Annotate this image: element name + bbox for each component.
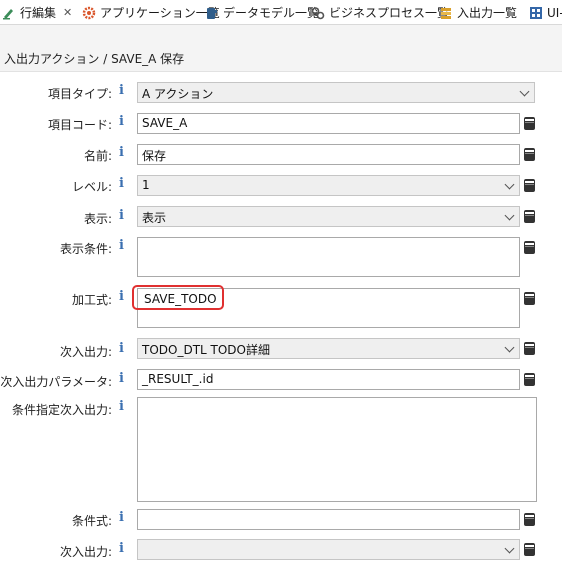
tab-label: アプリケーション一覧 [100,6,220,20]
database-field-icon[interactable] [524,179,535,192]
chevron-down-icon [504,179,515,190]
database-field-icon[interactable] [524,292,535,305]
grid-icon [529,6,543,20]
info-icon[interactable]: i [119,208,124,223]
next-io-param-input[interactable]: _RESULT_.id [137,369,520,390]
display-condition-label: 表示条件: [59,242,112,256]
database-field-icon[interactable] [524,117,535,130]
expression-textarea[interactable]: SAVE_TODO [137,288,520,328]
chevron-down-icon [504,543,515,554]
expression-label: 加工式: [71,293,112,307]
row-edit-form: 項目タイプ: i A アクション 項目コード: i SAVE_A 名前: i 保… [0,72,562,565]
condition-label: 条件式: [71,514,112,528]
next-io-select[interactable]: TODO_DTL TODO詳細 [137,338,520,359]
tab-business-process-list[interactable]: ビジネスプロセス一覧 [311,0,450,24]
tab-application-list[interactable]: アプリケーション一覧 [82,0,220,24]
tab-label: ビジネスプロセス一覧 [329,6,450,20]
next-io-2-select[interactable] [137,539,520,560]
chevron-down-icon [504,342,515,353]
info-icon[interactable]: i [119,176,124,191]
tab-io-list[interactable]: 入出力一覧 [439,0,518,24]
info-icon[interactable]: i [119,371,124,386]
tab-data-model-list[interactable]: データモデル一覧 [205,0,320,24]
info-icon[interactable]: i [119,541,124,556]
list-icon [439,6,453,20]
condition-input[interactable] [137,509,520,530]
editor-tab-bar: 行編集 ✕ アプリケーション一覧 データモデル一覧 ビジネスプロセス一覧 入出力… [0,0,562,25]
database-icon [205,6,219,20]
name-input[interactable]: 保存 [137,144,520,165]
breadcrumb: 入出力アクション / SAVE_A 保存 [0,44,562,72]
info-icon[interactable]: i [119,289,124,304]
item-type-select[interactable]: A アクション [137,82,535,103]
info-icon[interactable]: i [119,510,124,525]
name-label: 名前: [83,149,112,163]
display-select[interactable]: 表示 [137,206,520,227]
next-io-param-label: 次入出力パラメータ: [0,375,112,389]
close-icon[interactable]: ✕ [63,6,72,19]
row-edit-icon [2,6,16,20]
display-condition-textarea[interactable] [137,237,520,277]
info-icon[interactable]: i [119,114,124,129]
conditional-next-io-label: 条件指定次入出力: [11,403,112,417]
level-select[interactable]: 1 [137,175,520,196]
info-icon[interactable]: i [119,399,124,414]
next-io-label: 次入出力: [59,345,112,359]
chevron-down-icon [504,210,515,221]
tab-ui[interactable]: UI- [529,0,562,24]
item-code-label: 項目コード: [47,118,112,132]
next-io-2-label: 次入出力: [59,545,112,559]
tab-label: 入出力一覧 [457,6,518,20]
tab-label: 行編集 [20,6,57,20]
database-field-icon[interactable] [524,210,535,223]
chevron-down-icon [519,86,530,97]
toolbar-spacer [0,25,562,44]
database-field-icon[interactable] [524,513,535,526]
info-icon[interactable]: i [119,341,124,356]
tab-label: データモデル一覧 [223,6,320,20]
database-field-icon[interactable] [524,373,535,386]
database-field-icon[interactable] [524,342,535,355]
item-type-label: 項目タイプ: [47,87,112,101]
tab-label: UI- [547,5,562,20]
display-label: 表示: [83,212,112,226]
info-icon[interactable]: i [119,83,124,98]
gear-icon [82,6,96,20]
item-code-input[interactable]: SAVE_A [137,113,520,134]
gears-icon [311,6,325,20]
level-label: レベル: [71,180,112,194]
conditional-next-io-table[interactable] [137,397,537,502]
info-icon[interactable]: i [119,145,124,160]
database-field-icon[interactable] [524,241,535,254]
database-field-icon[interactable] [524,148,535,161]
info-icon[interactable]: i [119,238,124,253]
database-field-icon[interactable] [524,543,535,556]
tab-row-edit[interactable]: 行編集 ✕ [2,0,73,24]
